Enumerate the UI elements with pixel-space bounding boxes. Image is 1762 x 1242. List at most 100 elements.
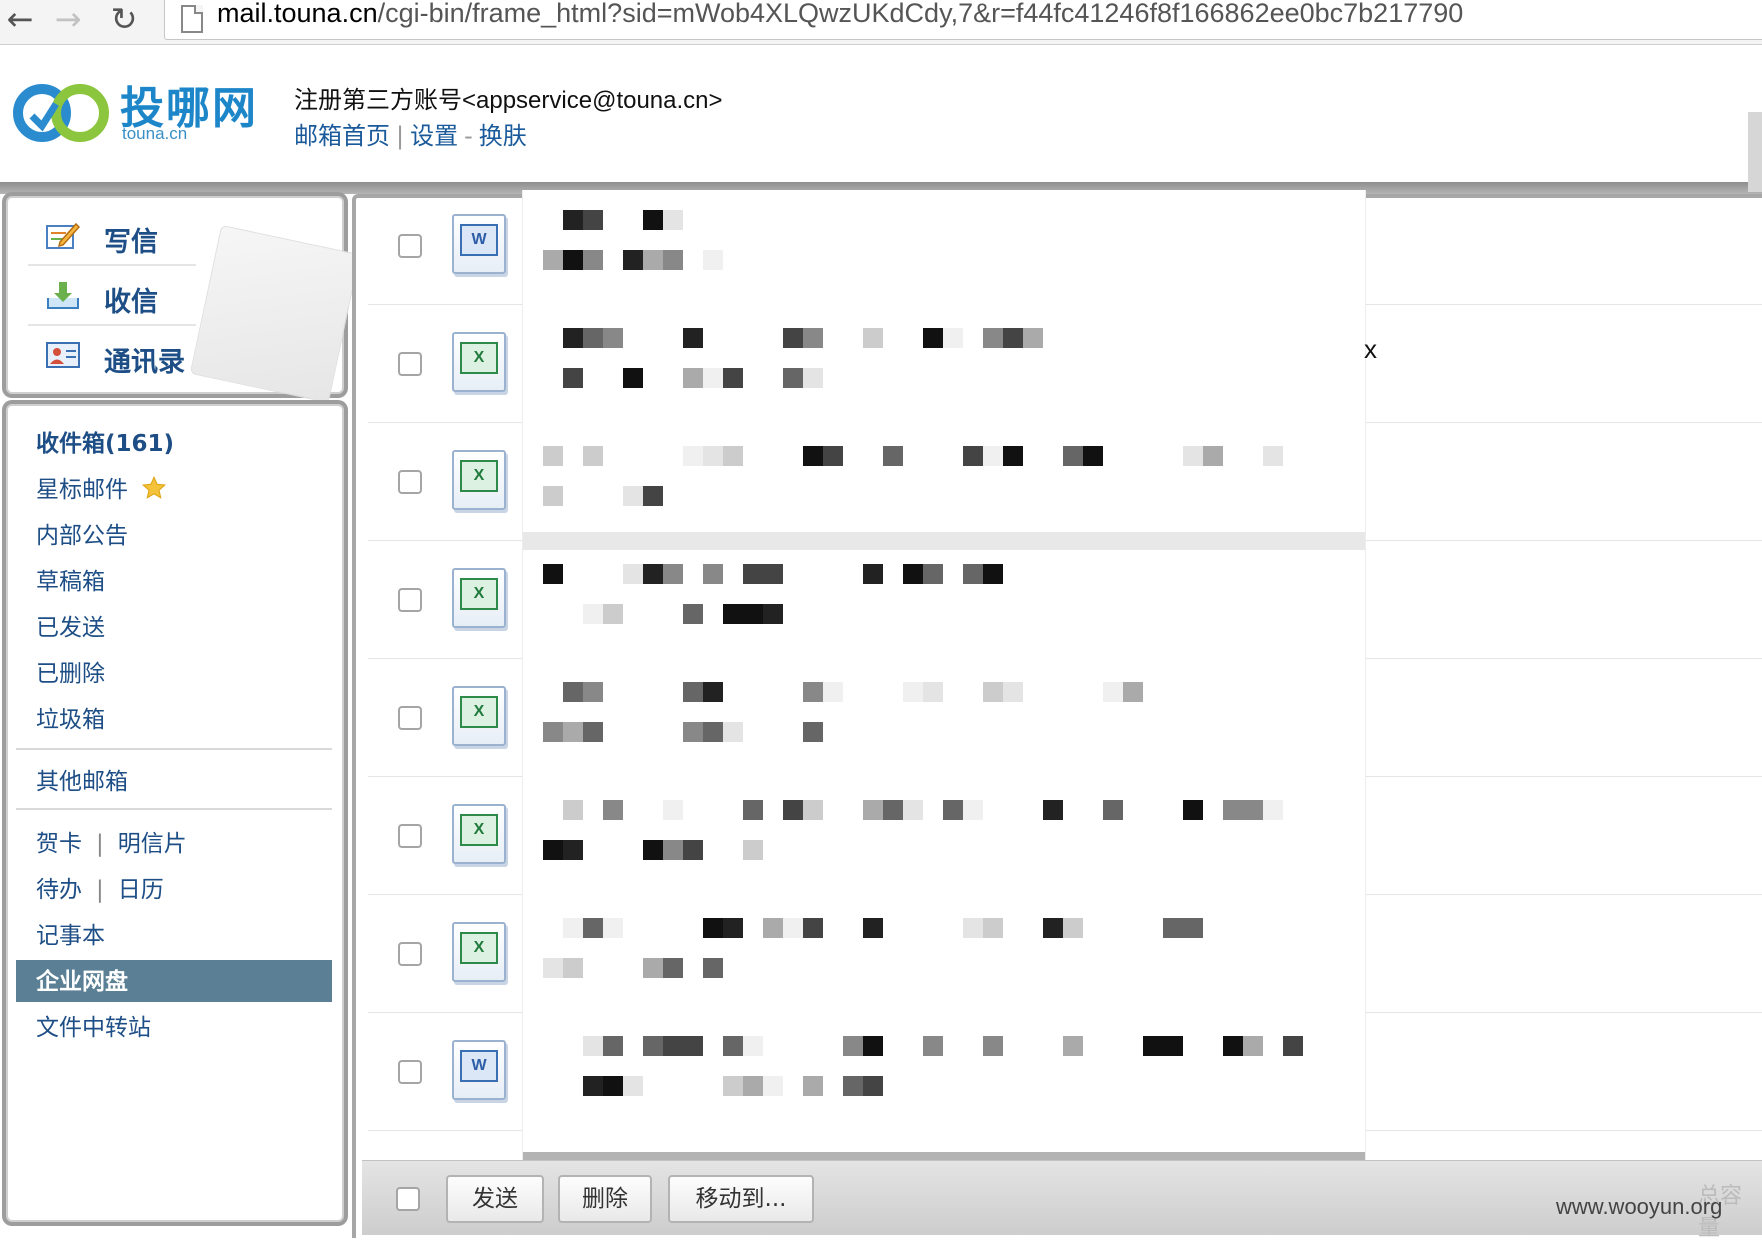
quick-separator [28,324,196,326]
redaction-pixel [603,1076,623,1096]
touna-logo[interactable]: 投哪网 touna.cn [12,72,262,152]
folder-starred-label: 星标邮件 [36,477,128,503]
redaction-pixel [783,368,803,388]
change-skin-link[interactable]: 换肤 [479,122,527,150]
redaction-pixel [743,840,763,860]
redaction-pixel [583,250,603,270]
redaction-pixel [663,250,683,270]
redaction-pixel [923,1036,943,1056]
redaction-pixel [623,250,643,270]
redaction-pixel [543,486,563,506]
redaction-pixel [763,918,783,938]
redaction-pixel [823,446,843,466]
redaction-pixel [1183,800,1203,820]
redaction-pixel [703,564,723,584]
quick-separator [28,264,196,266]
redaction-pixel [1283,1036,1303,1056]
redaction-pixel [903,800,923,820]
row-checkbox[interactable] [398,706,422,730]
redaction-pixel [543,840,563,860]
redaction-pixel [963,918,983,938]
redaction-pixel [643,210,663,230]
folder-sent[interactable]: 已发送 [36,608,105,642]
mailbox-home-link[interactable]: 邮箱首页 [294,122,390,150]
file-transfer-link[interactable]: 文件中转站 [36,1008,151,1042]
folder-deleted[interactable]: 已删除 [36,654,105,688]
send-button[interactable]: 发送 [446,1175,544,1223]
redaction-pixel [1163,918,1183,938]
row-checkbox[interactable] [398,1060,422,1084]
postcard-link[interactable]: 明信片 [118,831,187,857]
row-checkbox[interactable] [398,470,422,494]
redaction-pixel [663,210,683,230]
contacts-button[interactable]: 通讯录 [26,330,216,386]
quick-actions-panel: 写信 收信 通讯录 [6,196,361,404]
redaction-pixel [843,1076,863,1096]
todo-row: 待办 | 日历 [36,870,164,904]
notes-link[interactable]: 记事本 [36,916,105,950]
todo-link[interactable]: 待办 [36,877,82,903]
redaction-pixel [643,564,663,584]
redaction-pixel [583,722,603,742]
redaction-pixel [563,368,583,388]
enterprise-netdisk-link[interactable]: 企业网盘 [36,962,128,996]
url-text[interactable]: mail.touna.cn/cgi-bin/frame_html?sid=mWo… [217,0,1463,29]
redaction-pixel [683,368,703,388]
contacts-label: 通讯录 [104,347,185,378]
forward-arrow-icon[interactable]: → [48,2,88,36]
redaction-pixel [643,958,663,978]
folder-inbox[interactable]: 收件箱(161) [36,424,174,458]
excel-file-icon: X [452,686,506,746]
delete-button[interactable]: 删除 [558,1175,652,1223]
compose-button[interactable]: 写信 [26,210,216,266]
receive-mail-button[interactable]: 收信 [26,270,216,326]
redaction-pixel [1083,446,1103,466]
back-arrow-icon[interactable]: ← [0,2,40,36]
row-checkbox[interactable] [398,588,422,612]
calendar-link[interactable]: 日历 [118,877,164,903]
folder-other-mailboxes[interactable]: 其他邮箱 [36,762,128,796]
redaction-pixel [743,800,763,820]
redaction-pixel [823,682,843,702]
move-to-button[interactable]: 移动到... [668,1175,814,1223]
redaction-pixel [563,722,583,742]
folder-internal-notice[interactable]: 内部公告 [36,516,128,550]
stray-mark: x [1364,334,1377,364]
redaction-pixel [1063,446,1083,466]
redaction-pixel [723,722,743,742]
row-checkbox[interactable] [398,234,422,258]
redaction-pixel [583,604,603,624]
redaction-pixel [723,1076,743,1096]
redaction-pixel [1163,1036,1183,1056]
redaction-pixel [563,840,583,860]
settings-link[interactable]: 设置 [410,122,458,150]
row-checkbox[interactable] [398,942,422,966]
select-all-checkbox[interactable] [396,1187,420,1211]
redaction-pixel [743,1076,763,1096]
redaction-pixel [663,958,683,978]
redaction-pixel [1063,1036,1083,1056]
folder-drafts[interactable]: 草稿箱 [36,562,105,596]
redaction-pixel [563,328,583,348]
excel-glyph: X [460,460,498,492]
folder-divider [16,808,332,810]
redaction-pixel [903,682,923,702]
folder-starred[interactable]: 星标邮件 [36,470,167,504]
redaction-pixel [803,446,823,466]
row-checkbox[interactable] [398,824,422,848]
word-glyph: W [460,1050,498,1082]
redaction-pixel [723,918,743,938]
excel-glyph: X [460,578,498,610]
compose-pencil-icon [46,222,80,249]
browser-toolbar: ← → ↻ mail.touna.cn/cgi-bin/frame_html?s… [0,0,1762,45]
redaction-pixel [683,1036,703,1056]
reload-icon[interactable]: ↻ [104,2,144,36]
redaction-pixel [703,682,723,702]
redaction-pixel [1103,682,1123,702]
address-bar[interactable]: mail.touna.cn/cgi-bin/frame_html?sid=mWo… [164,0,1762,40]
row-checkbox[interactable] [398,352,422,376]
redaction-pixel [683,328,703,348]
redaction-pixel [623,486,643,506]
greeting-card-link[interactable]: 贺卡 [36,831,82,857]
folder-junk[interactable]: 垃圾箱 [36,700,105,734]
